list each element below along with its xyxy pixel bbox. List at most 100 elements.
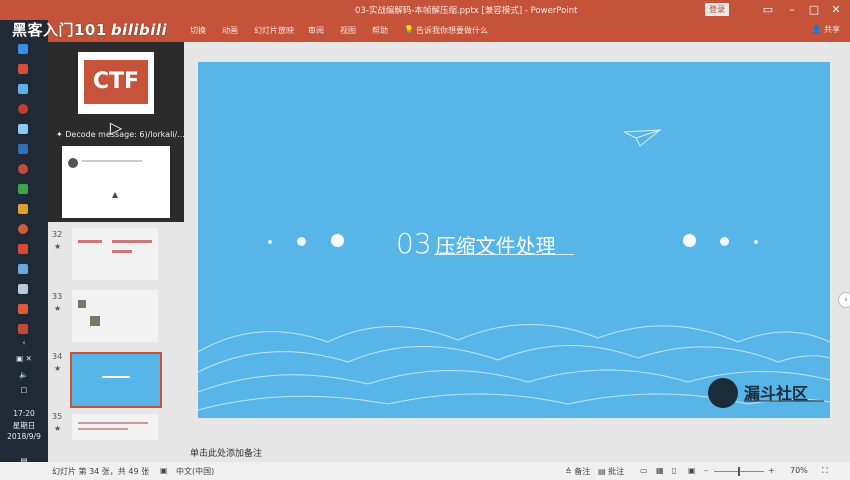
tab-slideshow[interactable]: 幻灯片放映 (254, 25, 294, 36)
notes-icon: ≙ (565, 467, 575, 476)
thumb-line (78, 422, 148, 424)
next-slide-arrow-icon[interactable]: › (838, 292, 850, 308)
person-icon: 👤 (811, 25, 822, 34)
ime-icon[interactable]: ☐ (0, 386, 48, 395)
logo-subline (744, 400, 824, 402)
zoom-slider-thumb[interactable] (738, 467, 740, 476)
minimize-icon[interactable]: – (784, 2, 800, 18)
tab-animations[interactable]: 动画 (222, 25, 238, 36)
tab-review[interactable]: 审阅 (308, 25, 324, 36)
thumb-number-32: 32 (52, 230, 63, 239)
app-icon-4[interactable] (18, 104, 28, 114)
notes-placeholder[interactable]: 单击此处添加备注 (190, 446, 262, 459)
video-thumbnail-slide (62, 146, 170, 218)
slide-title[interactable]: 03 压缩文件处理 (396, 227, 556, 260)
tray-chevron-icon[interactable]: ‹ (0, 338, 48, 347)
login-button[interactable]: 登录 (705, 3, 729, 16)
app-icon-3[interactable] (18, 84, 28, 94)
thumbnail-slide-32[interactable] (72, 228, 158, 280)
ribbon-display-icon[interactable]: ▭ (760, 2, 776, 18)
video-overlay: CTF ▷ ✦ Decode message: 6)/lorkali/... (48, 42, 185, 222)
zoom-out-icon[interactable]: – (704, 466, 708, 475)
app-icon-11[interactable] (18, 244, 28, 254)
thumb-line (112, 240, 152, 243)
thumb-line (78, 240, 102, 243)
maximize-icon[interactable]: □ (806, 2, 822, 18)
mascot-icon (708, 378, 738, 408)
windows-taskbar: ‹ ▣ ✕ 🔈 ☐ 17:20 星期日 2018/9/9 ▤ (0, 20, 48, 480)
ctf-logo: CTF ▷ (84, 60, 148, 137)
comments-toggle[interactable]: ▤ 批注 (598, 466, 624, 477)
section-number: 03 (396, 227, 432, 260)
slideshow-view-icon[interactable]: ▣ (688, 466, 696, 475)
share-button[interactable]: 👤 共享 (811, 24, 840, 35)
thumb-number-33: 33 (52, 292, 63, 301)
paper-plane-icon (623, 129, 662, 147)
thumbnail-slide-33[interactable] (72, 290, 158, 342)
clock-weekday[interactable]: 星期日 (0, 420, 48, 431)
decor-dot (720, 237, 729, 246)
tab-transitions[interactable]: 切换 (190, 25, 206, 36)
thumb-avatar-icon (68, 158, 78, 168)
slide-count: 幻灯片 第 34 张，共 49 张 (52, 467, 150, 476)
zoom-level[interactable]: 70% (790, 466, 808, 475)
slide-canvas[interactable]: 03 压缩文件处理 漏斗社区 (198, 62, 830, 418)
tell-me-search[interactable]: 告诉我你想要做什么 (416, 25, 488, 36)
title-underline (434, 254, 574, 255)
app-icon-1[interactable] (18, 44, 28, 54)
app-icon-6[interactable] (18, 144, 28, 154)
app-icon-2[interactable] (18, 64, 28, 74)
decor-dot (331, 234, 344, 247)
language-indicator[interactable]: 中文(中国) (176, 466, 214, 477)
app-icon-10[interactable] (18, 224, 28, 234)
ctf-text: CTF (92, 69, 140, 94)
community-logo: 漏斗社区 (708, 374, 826, 414)
sorter-view-icon[interactable]: ▦ (656, 466, 664, 475)
app-icon-14[interactable] (18, 304, 28, 314)
clock-time[interactable]: 17:20 (0, 409, 48, 418)
network-icon[interactable]: ▣ ✕ (0, 354, 48, 363)
spellcheck-icon[interactable]: ▣ (160, 466, 168, 475)
volume-icon[interactable]: 🔈 (0, 370, 48, 379)
app-icon-8[interactable] (18, 184, 28, 194)
thumb-line (112, 250, 132, 253)
fit-to-window-icon[interactable]: ⛶ (822, 466, 828, 476)
decor-dot (683, 234, 696, 247)
thumb-mark (78, 300, 86, 308)
clock-date[interactable]: 2018/9/9 (0, 432, 48, 441)
thumb-line (78, 428, 128, 430)
lightbulb-icon: 💡 (404, 25, 414, 34)
tab-help[interactable]: 帮助 (372, 25, 388, 36)
notes-toggle[interactable]: ≙ 备注 (565, 466, 590, 477)
app-icon-7[interactable] (18, 164, 28, 174)
thumbnail-slide-35[interactable] (72, 414, 158, 440)
thumb-star-icon: ★ (54, 242, 62, 251)
thumb-star-icon: ★ (54, 304, 62, 313)
tab-view[interactable]: 视图 (340, 25, 356, 36)
slide-marker-icon: ✦ (56, 130, 66, 139)
thumb-number-35: 35 (52, 412, 63, 421)
status-bar: 幻灯片 第 34 张，共 49 张 ▣ 中文(中国) ≙ 备注 ▤ 批注 ▭ ▦… (0, 462, 850, 480)
close-icon[interactable]: ✕ (828, 2, 844, 18)
powerpoint-icon[interactable] (18, 324, 28, 334)
thumb-line (102, 376, 130, 378)
reading-view-icon[interactable]: ▯ (672, 466, 676, 475)
share-label: 共享 (824, 25, 840, 34)
zoom-in-icon[interactable]: + (768, 466, 775, 475)
app-icon-12[interactable] (18, 264, 28, 274)
thumb-number-34: 34 (52, 352, 63, 361)
decor-dot (754, 240, 758, 244)
thumb-mark (90, 316, 100, 326)
app-icon-9[interactable] (18, 204, 28, 214)
ctf-logo-card: CTF ▷ (78, 52, 154, 137)
thumbnail-slide-34-selected[interactable] (70, 352, 162, 408)
normal-view-icon[interactable]: ▭ (640, 466, 648, 475)
window-title: 03-实战编解码-本帧解压缩.pptx [兼容模式] - PowerPoint (355, 6, 578, 16)
app-icon-13[interactable] (18, 284, 28, 294)
app-icon-5[interactable] (18, 124, 28, 134)
thumb-star-icon: ★ (54, 364, 62, 373)
watermark-text: 黑客入门101 (12, 21, 107, 39)
thumb-cursor-icon (112, 192, 118, 198)
bilibili-logo: bilibili (110, 21, 168, 39)
decor-dot (268, 240, 272, 244)
